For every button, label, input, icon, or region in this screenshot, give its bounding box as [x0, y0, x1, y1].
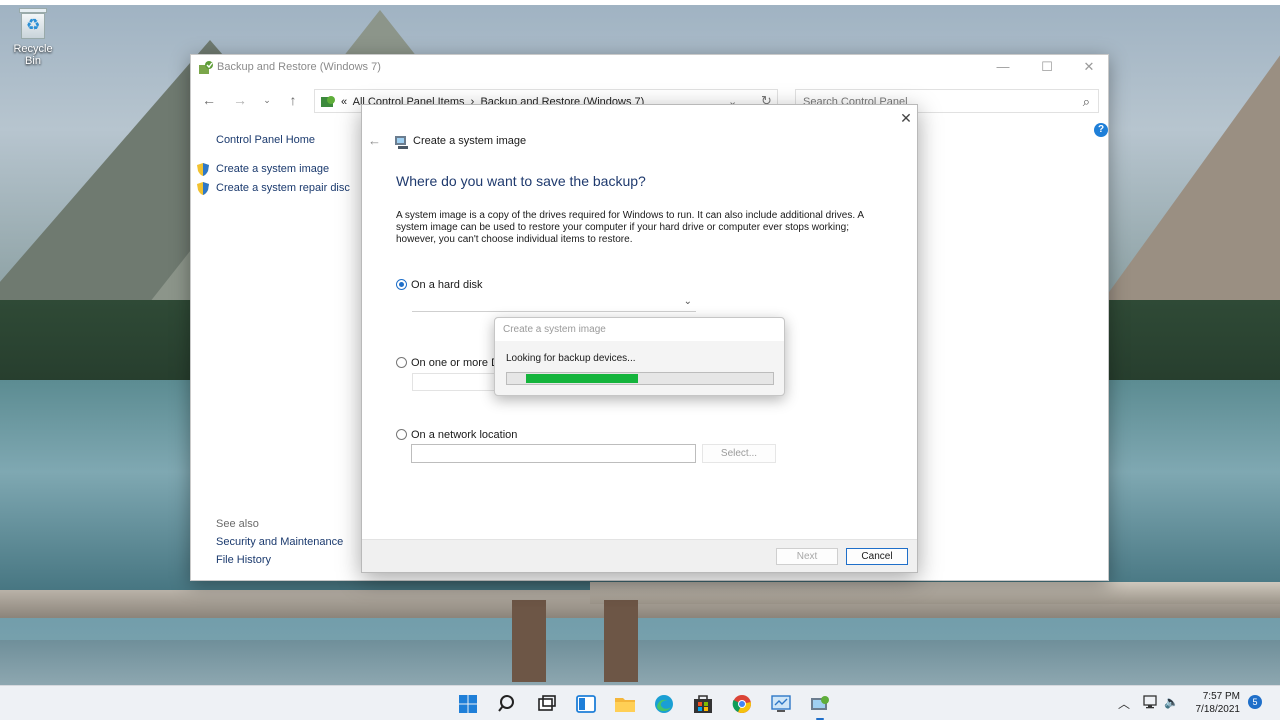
security-maintenance-link[interactable]: Security and Maintenance [216, 536, 343, 548]
shield-icon [197, 182, 209, 195]
dialog-close-icon[interactable]: ✕ [897, 109, 915, 127]
maximize-button[interactable]: ☐ [1026, 55, 1068, 81]
backup-app-icon [199, 61, 213, 74]
chrome-icon[interactable] [729, 691, 755, 717]
fence-rail-front [590, 582, 1280, 604]
notification-badge[interactable]: 5 [1248, 695, 1262, 709]
dialog-description: A system image is a copy of the drives r… [396, 210, 864, 245]
recycle-bin-icon: ♻ [18, 6, 48, 40]
progress-popup: Create a system image Looking for backup… [494, 317, 785, 396]
minimize-button[interactable]: — [982, 55, 1024, 81]
recycle-bin-label: Recycle Bin [13, 43, 53, 67]
control-panel-icon [811, 696, 829, 710]
next-button[interactable]: Next [776, 548, 838, 565]
widgets-icon[interactable] [573, 691, 599, 717]
create-repair-disc-link[interactable]: Create a system repair disc [216, 182, 350, 194]
dvd-label[interactable]: On one or more D [411, 357, 499, 369]
recycle-bin-shortcut[interactable]: ♻ Recycle Bin [4, 6, 62, 67]
title-bar[interactable]: Backup and Restore (Windows 7) — ☐ ✕ [191, 55, 1108, 81]
hard-disk-radio[interactable] [396, 279, 407, 290]
show-hidden-icons-chevron-icon[interactable]: ︿ [1118, 695, 1130, 712]
progress-bar-fill [526, 374, 638, 383]
dvd-dropdown[interactable] [412, 373, 496, 391]
see-also-label: See also [216, 518, 259, 530]
progress-bar [506, 372, 774, 385]
close-button[interactable]: ✕ [1068, 55, 1110, 81]
back-arrow-icon[interactable]: ← [199, 91, 219, 109]
popup-title: Create a system image [503, 324, 606, 335]
shore [0, 640, 1280, 685]
create-system-image-link[interactable]: Create a system image [216, 163, 329, 175]
clock-time: 7:57 PM [1202, 691, 1240, 702]
volume-icon[interactable]: 🔈 [1164, 695, 1179, 709]
remote-desktop-icon[interactable] [768, 691, 794, 717]
edge-icon[interactable] [651, 691, 677, 717]
network-icon[interactable] [1142, 695, 1158, 709]
dialog-back-arrow-icon[interactable]: ← [368, 133, 381, 148]
fence-post [512, 600, 546, 682]
chevron-down-icon: ⌄ [683, 296, 692, 307]
popup-message: Looking for backup devices... [506, 353, 636, 364]
breadcrumb-prefix[interactable]: « [341, 96, 347, 108]
hard-disk-dropdown[interactable]: ⌄ [412, 295, 696, 312]
control-panel-home-link[interactable]: Control Panel Home [216, 134, 315, 146]
file-explorer-icon[interactable] [612, 691, 638, 717]
store-icon[interactable] [690, 691, 716, 717]
help-icon[interactable]: ? [1094, 123, 1108, 137]
popup-title-bar[interactable]: Create a system image [495, 318, 784, 341]
control-panel-icon [321, 96, 335, 107]
dialog-title: Create a system image [413, 135, 527, 147]
search-icon[interactable]: ⌕ [1083, 94, 1090, 110]
windows-start-icon[interactable] [455, 691, 481, 717]
hard-disk-label[interactable]: On a hard disk [411, 279, 483, 291]
shield-icon [197, 163, 209, 176]
select-button[interactable]: Select... [702, 444, 776, 463]
forward-arrow-icon[interactable]: → [230, 91, 250, 109]
cancel-button[interactable]: Cancel [846, 548, 908, 565]
file-history-link[interactable]: File History [216, 554, 271, 566]
control-panel-taskbar-button[interactable] [807, 691, 833, 720]
network-location-input[interactable] [411, 444, 696, 463]
recent-locations-chevron-icon[interactable]: ⌄ [257, 91, 277, 109]
up-arrow-icon[interactable]: ↑ [283, 91, 303, 109]
clock-date: 7/18/2021 [1195, 704, 1241, 715]
taskbar: ︿ 🔈 7:57 PM 7/18/2021 5 [0, 685, 1280, 720]
search-icon[interactable] [495, 691, 521, 717]
left-panel: Control Panel Home Create a system image… [191, 115, 361, 580]
fence-post [604, 600, 638, 682]
dialog-heading: Where do you want to save the backup? [396, 173, 646, 189]
system-clock[interactable]: 7:57 PM 7/18/2021 [1190, 690, 1241, 716]
window-title: Backup and Restore (Windows 7) [217, 61, 381, 73]
system-image-icon [395, 136, 408, 149]
dvd-radio[interactable] [396, 357, 407, 368]
network-radio[interactable] [396, 429, 407, 440]
network-label[interactable]: On a network location [411, 429, 517, 441]
task-view-icon[interactable] [534, 691, 560, 717]
dialog-footer: Next Cancel [362, 539, 917, 572]
